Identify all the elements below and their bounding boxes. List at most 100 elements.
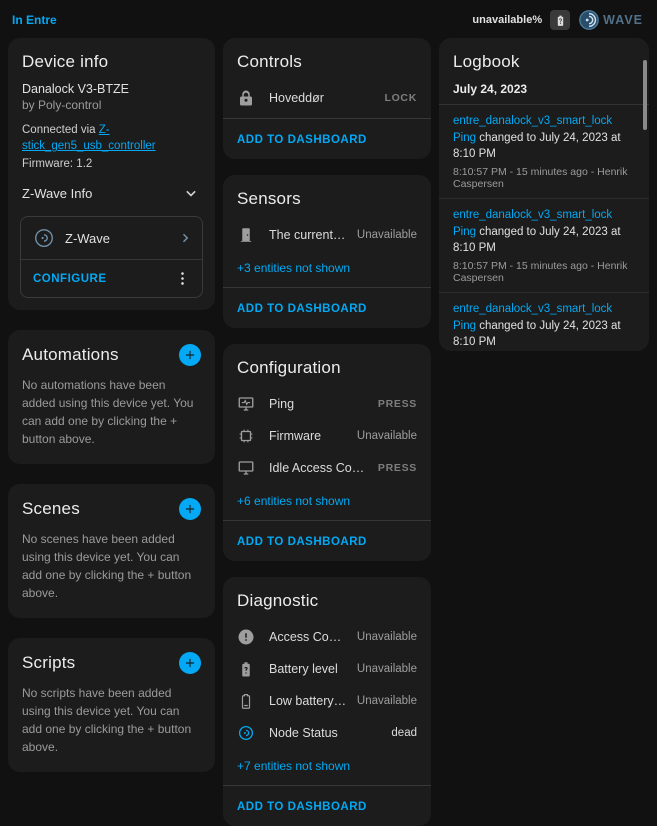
device-info-card: Device info Danalock V3-BTZE by Poly-con… — [8, 38, 215, 310]
configuration-card: Configuration Ping PRESS Firmware Unavai… — [223, 344, 431, 561]
logbook-entry: entre_danalock_v3_smart_lock Ping change… — [439, 292, 649, 351]
sensors-header: Sensors — [223, 175, 431, 217]
battery-unknown-icon — [550, 10, 570, 30]
configuration-title: Configuration — [237, 358, 417, 378]
connected-via-prefix: Connected via — [22, 124, 99, 136]
entity-row-lock-status[interactable]: The current status of th... Unavailable — [223, 219, 431, 251]
scripts-header: Scripts — [8, 638, 215, 682]
logbook-entry: entre_danalock_v3_smart_lock Ping change… — [439, 105, 649, 198]
device-model: Danalock V3-BTZE — [22, 82, 201, 96]
diagnostic-rows: Access Control - Lock j... Unavailable B… — [223, 619, 431, 753]
configuration-footer: ADD TO DASHBOARD — [223, 520, 431, 561]
configure-button[interactable]: CONFIGURE — [33, 273, 169, 285]
add-automation-button[interactable] — [179, 344, 201, 366]
entity-value: Unavailable — [357, 631, 417, 643]
lock-icon — [237, 89, 259, 107]
automations-title: Automations — [22, 345, 179, 365]
zwave-info-label: Z-Wave Info — [22, 186, 181, 201]
zwave-info-expander[interactable]: Z-Wave Info — [8, 170, 215, 212]
configuration-more-link[interactable]: +6 entities not shown — [223, 488, 431, 520]
diagnostic-footer: ADD TO DASHBOARD — [223, 785, 431, 826]
logbook-card: Logbook July 24, 2023 entre_danalock_v3_… — [439, 38, 649, 351]
right-column: Logbook July 24, 2023 entre_danalock_v3_… — [439, 38, 649, 351]
add-script-button[interactable] — [179, 652, 201, 674]
topbar: In Entre unavailable% WAVE — [0, 0, 657, 38]
entity-name: Low battery level — [269, 694, 347, 708]
entity-name: Ping — [269, 397, 368, 411]
logbook-entry-text: entre_danalock_v3_smart_lock Ping change… — [453, 207, 635, 257]
diagnostic-title: Diagnostic — [237, 591, 417, 611]
add-to-dashboard-button[interactable]: ADD TO DASHBOARD — [237, 536, 367, 548]
logbook-header: Logbook — [439, 38, 649, 80]
lock-action-button[interactable]: LOCK — [384, 92, 417, 104]
logbook-entry-desc: changed to July 24, 2023 at 8:10 PM — [453, 320, 621, 349]
sensors-footer: ADD TO DASHBOARD — [223, 287, 431, 328]
controls-title: Controls — [237, 52, 417, 72]
monitor-pulse-icon — [237, 395, 259, 413]
content-columns: Device info Danalock V3-BTZE by Poly-con… — [0, 38, 657, 826]
entity-name: Node Status — [269, 726, 381, 740]
add-scene-button[interactable] — [179, 498, 201, 520]
chevron-right-icon — [176, 229, 194, 247]
middle-column: Controls Hoveddør LOCK ADD TO DASHBOARD … — [223, 38, 431, 826]
logbook-scrollbar[interactable] — [643, 60, 647, 130]
scripts-empty-text: No scripts have been added using this de… — [8, 682, 215, 772]
entity-value: Unavailable — [357, 229, 417, 241]
logbook-entry-text: entre_danalock_v3_smart_lock Ping change… — [453, 113, 635, 163]
connected-via: Connected via Z-stick_gen5_usb_controlle… — [22, 122, 201, 154]
logbook-entry-meta: 8:10:57 PM - 15 minutes ago - Henrik Cas… — [453, 260, 635, 284]
entity-row-lock[interactable]: Hoveddør LOCK — [223, 82, 431, 114]
entity-row-low-battery[interactable]: Low battery level Unavailable — [223, 685, 431, 717]
zwave-logo: WAVE — [578, 9, 643, 31]
device-manufacturer: by Poly-control — [22, 98, 201, 112]
zwave-integration-label: Z-Wave — [65, 231, 166, 246]
door-lock-icon — [237, 226, 259, 244]
entity-name: Access Control - Lock j... — [269, 630, 347, 644]
entity-name: Idle Access Control Lock ... — [269, 461, 368, 475]
scenes-card: Scenes No scenes have been added using t… — [8, 484, 215, 618]
chevron-down-icon — [181, 183, 201, 203]
configuration-header: Configuration — [223, 344, 431, 386]
device-firmware: Firmware: 1.2 — [22, 158, 201, 170]
controls-rows: Hoveddør LOCK — [223, 80, 431, 118]
logbook-title: Logbook — [453, 52, 635, 72]
configuration-rows: Ping PRESS Firmware Unavailable Idle Acc… — [223, 386, 431, 488]
entity-name: Hoveddør — [269, 91, 374, 105]
battery-low-icon — [237, 692, 259, 710]
logbook-entry: entre_danalock_v3_smart_lock Ping change… — [439, 198, 649, 292]
entity-row-idle-access[interactable]: Idle Access Control Lock ... PRESS — [223, 452, 431, 484]
automations-empty-text: No automations have been added using thi… — [8, 374, 215, 464]
zwave-integration-row[interactable]: Z-Wave — [21, 217, 202, 259]
controls-header: Controls — [223, 38, 431, 80]
diagnostic-card: Diagnostic Access Control - Lock j... Un… — [223, 577, 431, 826]
automations-card: Automations No automations have been add… — [8, 330, 215, 464]
entity-row-ping[interactable]: Ping PRESS — [223, 388, 431, 420]
kebab-menu-icon[interactable] — [169, 265, 196, 292]
entity-name: Battery level — [269, 662, 347, 676]
zwave-wordmark: WAVE — [603, 13, 643, 27]
scenes-header: Scenes — [8, 484, 215, 528]
press-button[interactable]: PRESS — [378, 462, 417, 474]
battery-status-label: unavailable% — [472, 14, 542, 26]
entity-name: The current status of th... — [269, 228, 347, 242]
add-to-dashboard-button[interactable]: ADD TO DASHBOARD — [237, 303, 367, 315]
left-column: Device info Danalock V3-BTZE by Poly-con… — [8, 38, 215, 772]
logbook-entry-meta: 8:10:57 PM - 15 minutes ago - Henrik Cas… — [453, 166, 635, 190]
diagnostic-header: Diagnostic — [223, 577, 431, 619]
configure-row: CONFIGURE — [21, 260, 202, 297]
entity-row-battery-level[interactable]: Battery level Unavailable — [223, 653, 431, 685]
entity-row-firmware[interactable]: Firmware Unavailable — [223, 420, 431, 452]
logbook-entry-desc: changed to July 24, 2023 at 8:10 PM — [453, 226, 621, 255]
entity-row-access-control[interactable]: Access Control - Lock j... Unavailable — [223, 621, 431, 653]
sensors-more-link[interactable]: +3 entities not shown — [223, 255, 431, 287]
add-to-dashboard-button[interactable]: ADD TO DASHBOARD — [237, 801, 367, 813]
add-to-dashboard-button[interactable]: ADD TO DASHBOARD — [237, 134, 367, 146]
entity-row-node-status[interactable]: Node Status dead — [223, 717, 431, 749]
entity-name: Firmware — [269, 429, 347, 443]
diagnostic-more-link[interactable]: +7 entities not shown — [223, 753, 431, 785]
breadcrumb[interactable]: In Entre — [12, 13, 57, 27]
scripts-title: Scripts — [22, 653, 179, 673]
press-button[interactable]: PRESS — [378, 398, 417, 410]
topbar-right: unavailable% WAVE — [472, 9, 643, 31]
entity-value: Unavailable — [357, 663, 417, 675]
